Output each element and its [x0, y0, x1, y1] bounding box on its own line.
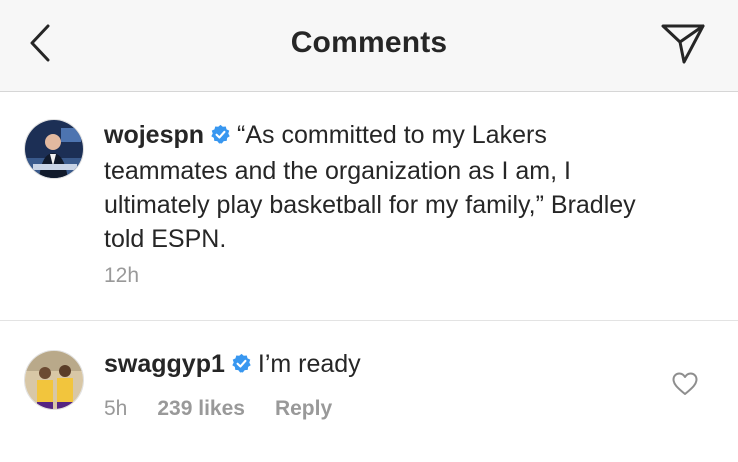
comment-username[interactable]: swaggyp1: [104, 350, 225, 378]
comment-item: swaggyp1 I’m ready 5h 239 likes Reply: [0, 321, 738, 462]
heart-outline-icon: [672, 372, 698, 401]
comments-header: Comments: [0, 0, 738, 92]
share-button[interactable]: [658, 22, 708, 70]
paper-plane-icon: [660, 22, 706, 71]
comment-body: swaggyp1 I’m ready: [104, 347, 664, 383]
avatar[interactable]: [24, 119, 84, 179]
reply-button[interactable]: Reply: [275, 397, 332, 421]
comment-meta: 5h 239 likes Reply: [104, 397, 332, 421]
comment-timestamp: 5h: [104, 397, 128, 420]
like-button[interactable]: [670, 371, 700, 401]
comment-body: wojespn “As committed to my Lakers teamm…: [104, 118, 664, 256]
verified-badge-icon: [210, 120, 231, 154]
likes-count[interactable]: 239 likes: [157, 397, 245, 421]
comment-timestamp: 12h: [104, 264, 140, 287]
comment-username[interactable]: wojespn: [104, 121, 204, 149]
comment-meta: 12h: [104, 264, 139, 288]
comment-text: I’m ready: [257, 350, 361, 378]
verified-badge-icon: [231, 349, 252, 383]
page-title: Comments: [290, 26, 448, 59]
avatar[interactable]: [24, 350, 84, 410]
comment-item: wojespn “As committed to my Lakers teamm…: [0, 92, 738, 321]
